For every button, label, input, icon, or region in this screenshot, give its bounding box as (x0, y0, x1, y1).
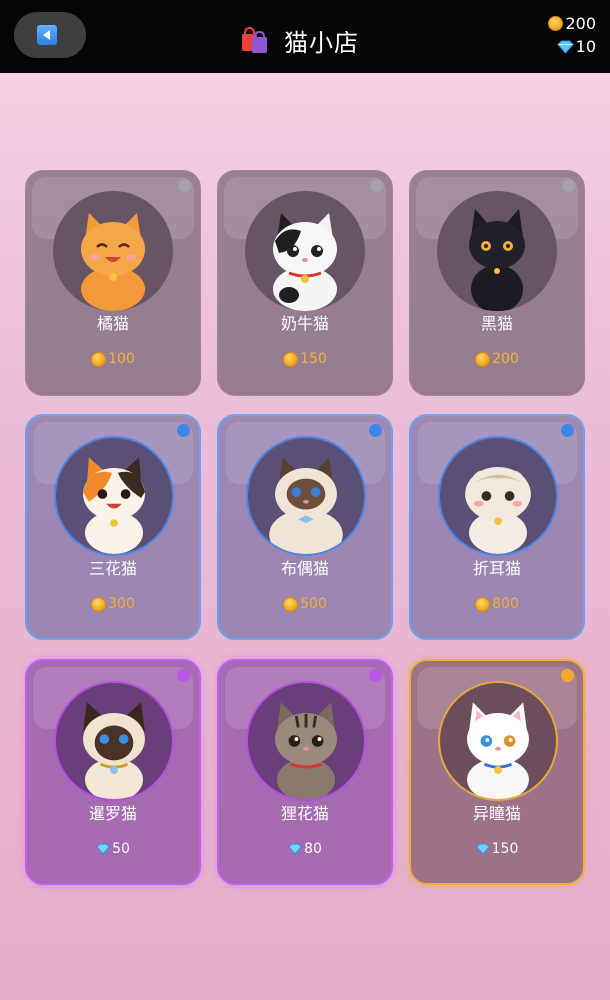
gem-balance: 10 (556, 37, 596, 56)
cat-name: 暹罗猫 (88, 804, 137, 823)
cat-card-ragdoll[interactable]: 布偶猫 500 (217, 414, 393, 640)
ragdoll-cat-image (246, 436, 366, 556)
cat-price: 100 (26, 349, 200, 369)
gold-coin-icon (475, 351, 491, 367)
cat-price: 150 (218, 349, 392, 369)
black-cat-image (437, 191, 557, 311)
cat-card-odd-eyed[interactable]: 异瞳猫 150 (409, 659, 585, 885)
page-title: 猫小店 (284, 28, 359, 57)
cat-name: 布偶猫 (280, 559, 329, 578)
cat-card-black[interactable]: 黑猫 200 (409, 170, 585, 396)
cat-card-scottish-fold[interactable]: 折耳猫 800 (409, 414, 585, 640)
cat-card-siamese[interactable]: 暹罗猫 50 (25, 659, 201, 885)
back-button[interactable] (14, 12, 86, 58)
cat-name: 橘猫 (96, 314, 129, 333)
cat-name: 黑猫 (480, 314, 513, 333)
cat-card-orange[interactable]: 橘猫 100 (25, 170, 201, 396)
cat-name: 狸花猫 (280, 804, 329, 823)
siamese-cat-image (54, 681, 174, 801)
tabby-cat-image (246, 681, 366, 801)
cat-name: 折耳猫 (472, 559, 521, 578)
rarity-dot (177, 424, 190, 437)
rarity-dot (370, 179, 383, 192)
rarity-dot (561, 424, 574, 437)
rarity-dot (369, 424, 382, 437)
cat-price: 80 (219, 839, 391, 859)
cat-price: 500 (219, 594, 391, 614)
cat-price: 50 (27, 839, 199, 859)
rarity-dot (562, 179, 575, 192)
diamond-icon (288, 843, 302, 855)
gold-coin-icon (283, 351, 299, 367)
coin-count: 200 (565, 14, 596, 33)
coin-balance: 200 (548, 14, 596, 33)
diamond-icon (475, 843, 490, 855)
cat-name: 奶牛猫 (280, 314, 329, 333)
cat-price: 150 (411, 839, 583, 859)
rarity-dot (561, 669, 574, 682)
gold-coin-icon (283, 596, 299, 612)
cow-cat-image (245, 191, 365, 311)
gold-coin-icon (548, 16, 564, 31)
cat-name: 异瞳猫 (472, 804, 521, 823)
shopping-bag-icon (240, 25, 270, 55)
cat-price: 300 (27, 594, 199, 614)
diamond-icon (556, 40, 574, 54)
scottish-fold-cat-image (438, 436, 558, 556)
gold-coin-icon (475, 596, 491, 612)
rarity-dot (177, 669, 190, 682)
top-bar: 猫小店 200 10 (0, 0, 610, 73)
gold-coin-icon (91, 596, 107, 612)
cat-price: 800 (411, 594, 583, 614)
cat-card-cow[interactable]: 奶牛猫 150 (217, 170, 393, 396)
rarity-dot (178, 179, 191, 192)
odd-eyed-cat-image (438, 681, 558, 801)
calico-cat-image (54, 436, 174, 556)
cat-name: 三花猫 (88, 559, 137, 578)
back-arrow-icon (37, 25, 57, 45)
cat-card-tabby[interactable]: 狸花猫 80 (217, 659, 393, 885)
cat-card-calico[interactable]: 三花猫 300 (25, 414, 201, 640)
orange-cat-image (53, 191, 173, 311)
gem-count: 10 (575, 37, 596, 56)
rarity-dot (369, 669, 382, 682)
cat-price: 200 (410, 349, 584, 369)
gold-coin-icon (91, 351, 107, 367)
diamond-icon (96, 843, 110, 855)
